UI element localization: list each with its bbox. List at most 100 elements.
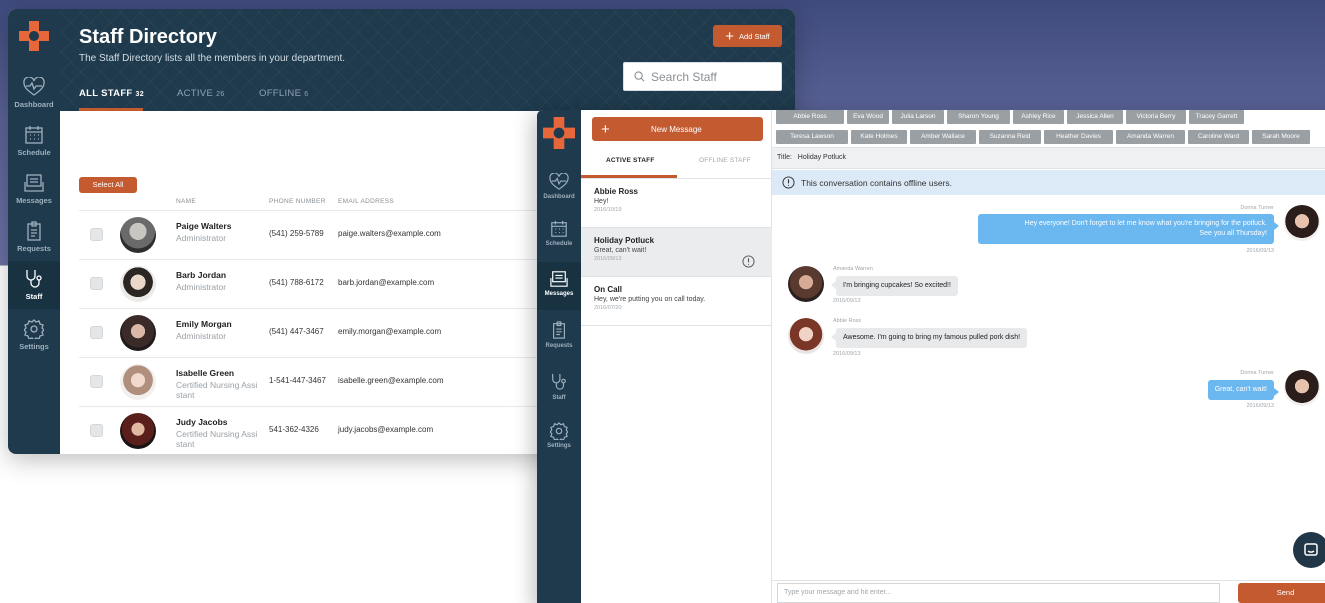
recipient-tag[interactable]: Tracey Garrett: [1189, 110, 1244, 124]
message-bubble: Awesome. I'm going to bring my famous pu…: [830, 328, 1028, 348]
sidebar-nav: Dashboard Schedule Messages Requests Sta…: [537, 110, 581, 603]
sidebar-item-label: Settings: [547, 443, 571, 449]
sidebar-item-staff[interactable]: Staff: [8, 261, 60, 309]
sidebar-item-label: Dashboard: [14, 100, 54, 109]
title-value: Holiday Potluck: [797, 154, 847, 161]
column-header-name: NAME: [176, 198, 196, 205]
sidebar-item-dashboard[interactable]: Dashboard: [537, 173, 581, 217]
staff-phone: (541) 447-3467: [269, 327, 324, 336]
title-label: Title:: [777, 154, 792, 161]
staff-name: Barb Jordan: [176, 270, 227, 280]
select-all-button[interactable]: Select All: [79, 177, 137, 193]
calendar-icon: [25, 126, 43, 144]
tab-label: ACTIVE: [177, 88, 214, 99]
recipient-tag[interactable]: Kate Holmes: [851, 130, 907, 144]
tab-label: ALL STAFF: [79, 88, 133, 99]
conversation-item[interactable]: Abbie Ross Hey! 2016/10/19: [581, 179, 772, 228]
recipient-tag[interactable]: Heather Davies: [1044, 130, 1113, 144]
sidebar-item-label: Settings: [19, 342, 49, 351]
staff-name: Isabelle Green: [176, 368, 235, 378]
sidebar-nav: Dashboard Schedule Messages Requests Sta…: [8, 9, 60, 454]
recipient-tag[interactable]: Abbie Ross: [776, 110, 844, 124]
send-button[interactable]: Send: [1238, 583, 1325, 603]
recipient-tag[interactable]: Sharon Young: [947, 110, 1010, 124]
avatar: [1284, 370, 1320, 406]
sidebar-item-requests[interactable]: Requests: [8, 221, 60, 265]
sidebar-item-label: Staff: [552, 395, 566, 401]
tab-offline-staff[interactable]: OFFLINE STAFF: [699, 157, 751, 164]
recipient-tag[interactable]: Victoria Berry: [1126, 110, 1186, 124]
message-sender: Abbie Ross: [833, 318, 862, 324]
sidebar-item-messages[interactable]: Messages: [8, 173, 60, 217]
messages-window: Dashboard Schedule Messages Requests Sta…: [537, 110, 1325, 603]
new-message-label: New Message: [651, 124, 702, 134]
recipient-tag[interactable]: Suzanna Reid: [979, 130, 1041, 144]
sidebar-item-label: Requests: [17, 244, 51, 253]
table-row[interactable]: Paige Walters Administrator (541) 259-57…: [79, 210, 559, 259]
recipient-tag[interactable]: Eva Wood: [847, 110, 889, 124]
sidebar-item-label: Schedule: [545, 241, 573, 247]
tab-all-staff[interactable]: ALL STAFF 32: [79, 88, 144, 99]
recipient-tag[interactable]: Ashley Rice: [1013, 110, 1064, 124]
recipient-tag[interactable]: Julia Larson: [892, 110, 944, 124]
conversation-title: Abbie Ross: [594, 187, 639, 196]
staff-name: Emily Morgan: [176, 319, 232, 329]
sidebar-item-settings[interactable]: Settings: [8, 319, 60, 363]
conversation-item[interactable]: Holiday Potluck Great, can't wait! 2016/…: [581, 228, 772, 277]
search-placeholder: Search Staff: [651, 69, 717, 84]
row-checkbox[interactable]: [90, 277, 103, 290]
sidebar-item-label: Staff: [25, 292, 43, 301]
staff-phone: (541) 259-5789: [269, 229, 324, 238]
alert-icon: [742, 255, 755, 268]
heart-pulse-icon: [549, 173, 569, 190]
staff-role: Certified Nursing Assi stant: [176, 380, 258, 400]
sidebar-item-schedule[interactable]: Schedule: [537, 220, 581, 264]
recipient-tag[interactable]: Caroline Ward: [1188, 130, 1249, 144]
add-staff-button[interactable]: + Add Staff: [713, 25, 782, 47]
table-row[interactable]: Emily Morgan Administrator (541) 447-346…: [79, 308, 559, 357]
table-row[interactable]: Isabelle Green Certified Nursing Assi st…: [79, 357, 559, 406]
new-message-button[interactable]: + New Message: [592, 117, 763, 141]
message-text: Hey everyone! Don't forget to let me kno…: [1024, 220, 1267, 227]
sidebar-item-staff[interactable]: Staff: [537, 372, 581, 416]
clipboard-icon: [27, 221, 41, 241]
message-date: 2016/09/13: [1246, 248, 1274, 254]
sidebar-item-messages[interactable]: Messages: [537, 262, 581, 310]
conversation-title: On Call: [594, 285, 623, 294]
sidebar-item-dashboard[interactable]: Dashboard: [8, 77, 60, 121]
search-icon: [634, 71, 645, 82]
staff-email: emily.morgan@example.com: [338, 327, 442, 336]
conversation-item[interactable]: On Call Hey, we're putting you on call t…: [581, 277, 772, 326]
row-checkbox[interactable]: [90, 228, 103, 241]
tab-offline[interactable]: OFFLINE 6: [259, 88, 308, 99]
recipient-tag[interactable]: Amber Wallace: [910, 130, 976, 144]
sidebar-item-schedule[interactable]: Schedule: [8, 125, 60, 169]
conversation-preview: Hey!: [594, 198, 609, 205]
search-input[interactable]: Search Staff: [623, 62, 782, 91]
recipient-tag[interactable]: Amanda Warren: [1116, 130, 1185, 144]
recipient-tag[interactable]: Jessica Allen: [1067, 110, 1123, 124]
sidebar-item-label: Schedule: [17, 148, 51, 157]
sidebar-item-settings[interactable]: Settings: [537, 422, 581, 466]
tab-active[interactable]: ACTIVE 26: [177, 88, 225, 99]
staff-role: Administrator: [176, 282, 227, 292]
tab-count: 6: [304, 91, 309, 98]
row-checkbox[interactable]: [90, 375, 103, 388]
sidebar-item-requests[interactable]: Requests: [537, 320, 581, 364]
message-input[interactable]: Type your message and hit enter...: [777, 583, 1220, 603]
recipient-tag[interactable]: Teresa Lawson: [776, 130, 848, 144]
tab-label: OFFLINE: [259, 88, 302, 99]
conversation-date: 2016/07/20: [594, 305, 622, 311]
help-chat-button[interactable]: [1293, 532, 1325, 568]
avatar: [120, 413, 156, 449]
recipient-tag[interactable]: Sarah Moore: [1252, 130, 1310, 144]
chat-bubble-icon: [1304, 543, 1318, 556]
table-row[interactable]: Judy Jacobs Certified Nursing Assi stant…: [79, 406, 559, 454]
conversation-title-bar: Title: Holiday Potluck: [772, 147, 1325, 169]
row-checkbox[interactable]: [90, 424, 103, 437]
sidebar-item-label: Dashboard: [543, 194, 575, 200]
row-checkbox[interactable]: [90, 326, 103, 339]
page-subtitle: The Staff Directory lists all the member…: [79, 53, 346, 64]
tab-active-staff[interactable]: ACTIVE STAFF: [606, 157, 655, 164]
table-row[interactable]: Barb Jordan Administrator (541) 788-6172…: [79, 259, 559, 308]
